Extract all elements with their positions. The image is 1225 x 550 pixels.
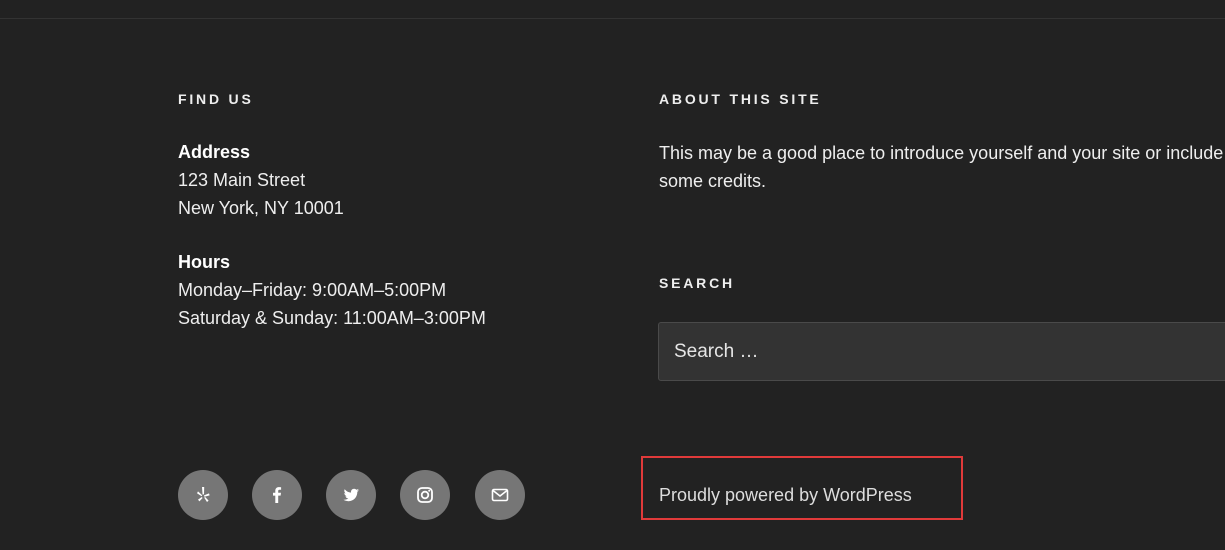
address-line-2: New York, NY 10001 (178, 198, 344, 218)
hours-line-2: Saturday & Sunday: 11:00AM–3:00PM (178, 308, 486, 328)
yelp-icon (197, 487, 210, 502)
facebook-icon (273, 487, 282, 503)
hours-label: Hours (178, 252, 231, 272)
address-label: Address (178, 142, 251, 162)
about-text: This may be a good place to introduce yo… (659, 143, 1224, 191)
powered-by-wordpress-link[interactable]: Proudly powered by WordPress (659, 481, 912, 509)
instagram-icon (417, 487, 433, 503)
email-icon (491, 488, 509, 502)
address-line-1: 123 Main Street (178, 170, 306, 190)
header-divider (0, 18, 1225, 19)
hours-line-1: Monday–Friday: 9:00AM–5:00PM (178, 280, 447, 300)
hours-block: Hours Monday–Friday: 9:00AM–5:00PM Satur… (178, 248, 486, 332)
email-link[interactable] (475, 470, 525, 520)
find-us-title: Find Us (178, 91, 254, 107)
facebook-link[interactable] (252, 470, 302, 520)
search-input[interactable] (658, 322, 1225, 381)
about-title: About This Site (659, 91, 822, 107)
yelp-link[interactable] (178, 470, 228, 520)
instagram-link[interactable] (400, 470, 450, 520)
twitter-icon (343, 488, 359, 502)
twitter-link[interactable] (326, 470, 376, 520)
address-block: Address 123 Main Street New York, NY 100… (178, 138, 344, 222)
search-title: Search (659, 275, 735, 291)
